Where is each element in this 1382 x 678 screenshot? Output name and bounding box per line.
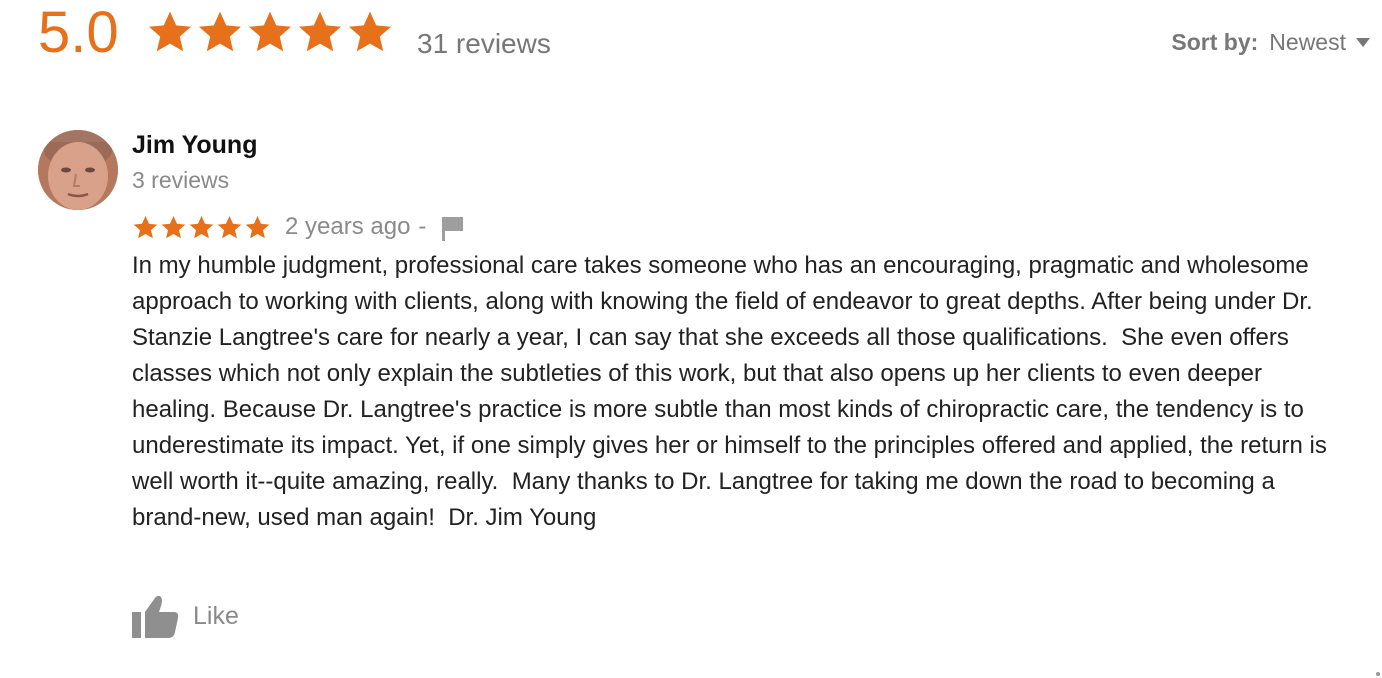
average-rating-stars — [146, 8, 394, 56]
total-reviews-count: 31 reviews — [417, 28, 551, 59]
sort-dropdown[interactable]: Sort by: Newest — [1171, 28, 1370, 56]
star-icon — [189, 215, 214, 238]
reviews-panel: 5.0 31 reviews Sort by: Newest Jim Young… — [0, 0, 1382, 678]
review-rating-stars — [132, 214, 271, 241]
profile-photo — [38, 130, 118, 210]
star-icon — [217, 215, 242, 238]
reviewer-name[interactable]: Jim Young — [132, 130, 257, 160]
review-body: In my humble judgment, professional care… — [132, 252, 1334, 531]
flag-icon — [442, 217, 464, 241]
flag-review-button[interactable] — [440, 213, 466, 241]
reviewer-review-count: 3 reviews — [132, 167, 230, 193]
sort-value: Newest — [1269, 29, 1346, 55]
meta-separator: - — [418, 213, 427, 240]
star-icon — [149, 11, 191, 52]
star-icon — [249, 11, 291, 52]
review-date: 2 years ago — [285, 213, 411, 240]
like-label: Like — [193, 601, 239, 630]
star-icon — [299, 11, 341, 52]
star-icon — [245, 215, 270, 238]
thumbs-up-icon — [132, 595, 179, 638]
avatar[interactable] — [38, 130, 118, 210]
sort-label: Sort by: — [1171, 29, 1259, 55]
average-rating-score: 5.0 — [38, 0, 119, 65]
corner-marker — [1376, 672, 1380, 676]
review-meta: 2 years ago - — [132, 210, 466, 244]
star-icon — [161, 215, 186, 238]
star-icon — [199, 11, 241, 52]
caret-down-icon — [1356, 37, 1370, 47]
star-icon — [349, 11, 391, 52]
like-button[interactable]: Like — [132, 594, 239, 638]
star-icon — [133, 215, 158, 238]
